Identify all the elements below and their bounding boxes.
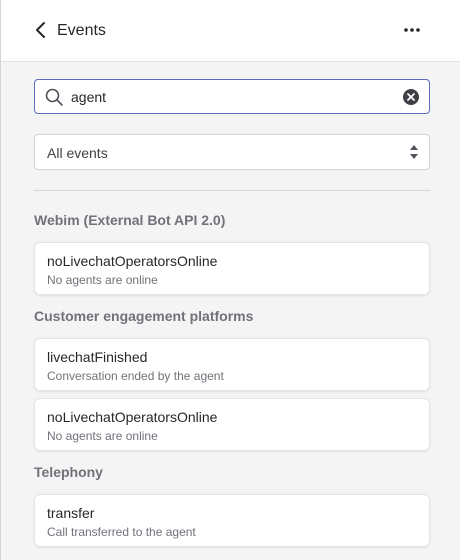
event-name: transfer — [47, 505, 95, 521]
search-field[interactable] — [34, 79, 430, 114]
event-description: Call transferred to the agent — [47, 525, 196, 539]
events-panel: Events All events Webim (External — [0, 0, 460, 560]
event-description: No agents are online — [47, 429, 158, 443]
page-title: Events — [57, 22, 106, 39]
event-name: noLivechatOperatorsOnline — [47, 409, 218, 425]
panel-header: Events — [1, 0, 460, 62]
search-icon — [45, 88, 63, 106]
event-filter-value: All events — [47, 145, 108, 161]
event-name: livechatFinished — [47, 349, 148, 365]
clear-icon[interactable] — [402, 88, 420, 106]
section-heading-webim: Webim (External Bot API 2.0) — [34, 212, 226, 228]
chevron-left-icon — [36, 22, 45, 38]
section-heading-telephony: Telephony — [34, 464, 103, 480]
search-input[interactable] — [71, 87, 391, 107]
sort-arrows-icon — [410, 145, 418, 159]
event-description: No agents are online — [47, 273, 158, 287]
event-description: Conversation ended by the agent — [47, 369, 224, 383]
divider — [34, 190, 430, 191]
section-heading-customer-engagement: Customer engagement platforms — [34, 308, 254, 324]
event-name: noLivechatOperatorsOnline — [47, 253, 218, 269]
back-button[interactable] — [29, 18, 53, 42]
more-options-button[interactable] — [399, 18, 425, 42]
event-item[interactable]: noLivechatOperatorsOnline No agents are … — [34, 398, 430, 451]
event-item[interactable]: transfer Call transferred to the agent — [34, 494, 430, 547]
more-horizontal-icon — [404, 28, 420, 32]
event-item[interactable]: noLivechatOperatorsOnline No agents are … — [34, 242, 430, 295]
event-filter-select[interactable]: All events — [34, 134, 430, 170]
event-item[interactable]: livechatFinished Conversation ended by t… — [34, 338, 430, 391]
